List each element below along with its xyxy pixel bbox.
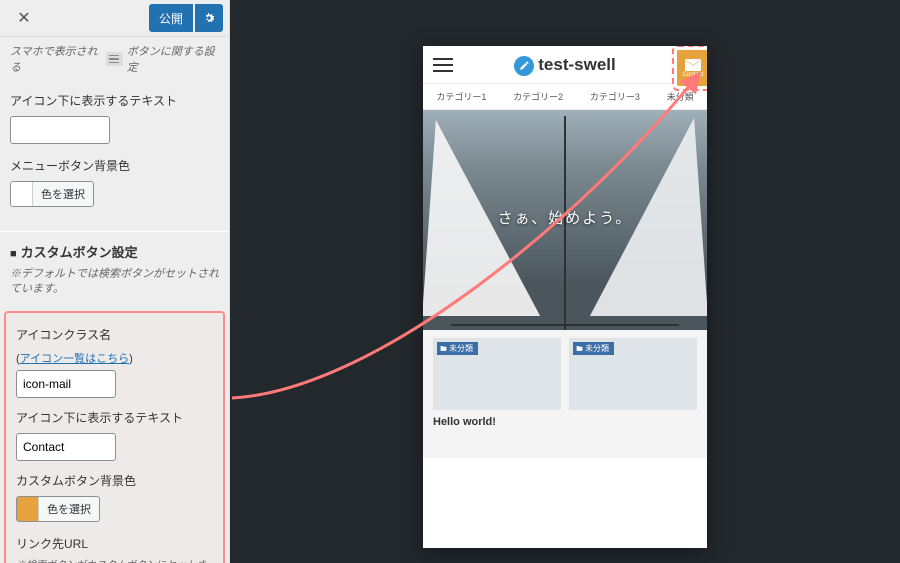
post-cards: 未分類 未分類 (423, 330, 707, 414)
icon-below-text-input[interactable] (10, 116, 110, 144)
gear-icon[interactable] (195, 4, 223, 32)
category-bar: カテゴリー1 カテゴリー2 カテゴリー3 未分類 (423, 84, 707, 110)
icon-list-link[interactable]: アイコン一覧はこちら (20, 353, 129, 365)
field-label: メニューボタン背景色 (10, 158, 219, 175)
category-link[interactable]: カテゴリー2 (513, 90, 563, 103)
category-link[interactable]: カテゴリー1 (436, 90, 486, 103)
category-link[interactable]: カテゴリー3 (590, 90, 640, 103)
section-custom-bg: カスタムボタン背景色 色を選択 (12, 465, 217, 528)
panel-header: ✕ 公開 (0, 0, 229, 37)
customizer-panel: ✕ 公開 スマホで表示される ボタンに関する設定 アイコン下に表示するテキスト … (0, 0, 230, 563)
section-link-url: リンク先URL ※検索ボタンがカスタムボタンにセットされている場合は無効 (12, 528, 217, 563)
field-label: アイコン下に表示するテキスト (10, 93, 219, 110)
menu-icon[interactable] (433, 58, 453, 72)
preview-area: test-swell Contact カテゴリー1 カテゴリー2 カテゴリー3 … (230, 0, 900, 563)
section-icon-text2: アイコン下に表示するテキスト (12, 402, 217, 465)
hero-image: さぁ、始めよう。 (423, 110, 707, 330)
section-menu-bg: メニューボタン背景色 色を選択 (0, 148, 229, 213)
section-icon-below-text: アイコン下に表示するテキスト (0, 83, 229, 148)
menu-icon (106, 52, 123, 66)
post-card[interactable]: 未分類 (569, 338, 697, 410)
site-header: test-swell Contact (423, 46, 707, 84)
panel-subheading: スマホで表示される ボタンに関する設定 (0, 37, 229, 83)
close-icon[interactable]: ✕ (6, 0, 42, 36)
section-icon-class: アイコンクラス名 (アイコン一覧はこちら) (12, 319, 217, 402)
field-label: アイコン下に表示するテキスト (16, 410, 213, 427)
post-card[interactable]: 未分類 (433, 338, 561, 410)
category-tag: 未分類 (437, 342, 478, 355)
category-tag: 未分類 (573, 342, 614, 355)
color-select-button[interactable]: 色を選択 (33, 182, 93, 206)
site-title: test-swell (514, 55, 615, 75)
post-title[interactable]: Hello world! (423, 414, 707, 458)
custom-button-heading: ■カスタムボタン設定 (0, 231, 229, 267)
link-url-note: ※検索ボタンがカスタムボタンにセットされている場合は無効 (16, 559, 213, 563)
icon-text-input[interactable] (16, 433, 116, 461)
folder-icon (576, 345, 583, 352)
folder-icon (440, 345, 447, 352)
color-swatch[interactable] (11, 182, 33, 206)
publish-button[interactable]: 公開 (149, 4, 193, 32)
field-label: リンク先URL (16, 536, 213, 553)
mobile-preview: test-swell Contact カテゴリー1 カテゴリー2 カテゴリー3 … (423, 46, 707, 548)
edit-pencil-icon[interactable] (514, 56, 534, 76)
contact-button[interactable]: Contact (677, 50, 707, 86)
highlighted-settings: アイコンクラス名 (アイコン一覧はこちら) アイコン下に表示するテキスト カスタ… (4, 311, 225, 563)
category-link[interactable]: 未分類 (667, 90, 694, 103)
field-label: アイコンクラス名 (16, 327, 213, 344)
color-select-button[interactable]: 色を選択 (39, 497, 99, 521)
color-swatch[interactable] (17, 497, 39, 521)
field-label: カスタムボタン背景色 (16, 473, 213, 490)
icon-class-input[interactable] (16, 370, 116, 398)
custom-button-note: ※デフォルトでは検索ボタンがセットされています。 (0, 267, 229, 306)
hero-text: さぁ、始めよう。 (498, 207, 633, 228)
contact-button-label: Contact (683, 72, 704, 78)
mail-icon (685, 59, 701, 71)
